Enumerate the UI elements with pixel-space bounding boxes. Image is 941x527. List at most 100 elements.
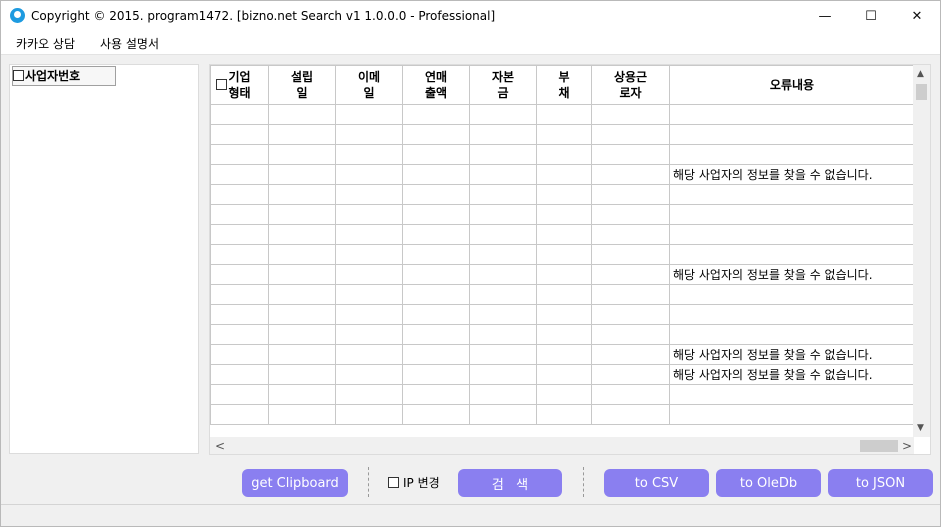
table-cell[interactable] <box>335 244 403 265</box>
table-cell[interactable] <box>268 144 336 165</box>
table-cell[interactable]: 해당 사업자의 정보를 찾을 수 없습니다. <box>669 364 915 385</box>
table-cell[interactable] <box>591 304 670 325</box>
table-cell[interactable] <box>268 164 336 185</box>
table-cell[interactable] <box>268 224 336 245</box>
table-cell[interactable] <box>591 264 670 285</box>
table-cell[interactable] <box>268 264 336 285</box>
close-button[interactable]: ✕ <box>894 1 940 31</box>
table-cell[interactable] <box>210 124 269 145</box>
business-number-header[interactable]: 사업자번호 <box>12 66 116 86</box>
table-cell[interactable] <box>268 104 336 125</box>
table-cell[interactable] <box>536 104 592 125</box>
table-cell[interactable] <box>402 404 470 425</box>
minimize-button[interactable]: — <box>802 1 848 31</box>
table-cell[interactable] <box>402 244 470 265</box>
column-header-7[interactable]: 오류내용 <box>669 65 915 105</box>
table-cell[interactable] <box>402 364 470 385</box>
table-cell[interactable] <box>469 364 537 385</box>
table-cell[interactable] <box>469 244 537 265</box>
table-cell[interactable] <box>402 184 470 205</box>
table-cell[interactable] <box>591 164 670 185</box>
get-clipboard-button[interactable]: get Clipboard <box>242 469 348 497</box>
horizontal-scroll-thumb[interactable] <box>860 440 898 452</box>
table-cell[interactable] <box>335 324 403 345</box>
table-row[interactable] <box>210 324 915 345</box>
table-cell[interactable] <box>210 404 269 425</box>
table-cell[interactable] <box>210 164 269 185</box>
table-row[interactable]: 해당 사업자의 정보를 찾을 수 없습니다. <box>210 364 915 385</box>
table-cell[interactable] <box>210 324 269 345</box>
table-cell[interactable] <box>402 264 470 285</box>
to-csv-button[interactable]: to CSV <box>604 469 709 497</box>
table-cell[interactable] <box>268 364 336 385</box>
table-cell[interactable] <box>335 184 403 205</box>
table-cell[interactable] <box>536 124 592 145</box>
table-cell[interactable] <box>469 264 537 285</box>
table-cell[interactable] <box>669 124 915 145</box>
ip-change-toggle[interactable]: IP 변경 <box>388 474 440 491</box>
search-button[interactable]: 검 색 <box>458 469 562 497</box>
vertical-scroll-thumb[interactable] <box>916 84 927 100</box>
table-cell[interactable] <box>268 384 336 405</box>
table-cell[interactable] <box>469 104 537 125</box>
table-cell[interactable] <box>335 344 403 365</box>
table-cell[interactable] <box>210 364 269 385</box>
table-cell[interactable] <box>402 204 470 225</box>
table-cell[interactable] <box>669 184 915 205</box>
table-cell[interactable] <box>210 304 269 325</box>
table-cell[interactable] <box>335 364 403 385</box>
table-row[interactable] <box>210 244 915 265</box>
table-cell[interactable] <box>268 344 336 365</box>
table-cell[interactable] <box>591 184 670 205</box>
table-cell[interactable] <box>210 244 269 265</box>
scroll-right-icon[interactable]: > <box>902 439 912 453</box>
table-cell[interactable] <box>402 224 470 245</box>
table-cell[interactable] <box>469 324 537 345</box>
column-header-3[interactable]: 연매 출액 <box>402 65 470 105</box>
horizontal-scrollbar[interactable]: < > <box>210 437 914 454</box>
to-oledb-button[interactable]: to OleDb <box>716 469 821 497</box>
table-row[interactable] <box>210 224 915 245</box>
table-cell[interactable] <box>335 124 403 145</box>
table-row[interactable] <box>210 124 915 145</box>
table-cell[interactable]: 해당 사업자의 정보를 찾을 수 없습니다. <box>669 264 915 285</box>
table-cell[interactable] <box>335 284 403 305</box>
table-cell[interactable] <box>335 204 403 225</box>
table-cell[interactable] <box>210 384 269 405</box>
table-cell[interactable] <box>469 204 537 225</box>
table-row[interactable] <box>210 384 915 405</box>
table-cell[interactable] <box>335 164 403 185</box>
table-cell[interactable] <box>268 244 336 265</box>
table-cell[interactable] <box>669 284 915 305</box>
table-cell[interactable] <box>402 304 470 325</box>
table-cell[interactable] <box>402 104 470 125</box>
table-cell[interactable] <box>591 204 670 225</box>
table-cell[interactable] <box>469 164 537 185</box>
table-cell[interactable] <box>591 344 670 365</box>
business-number-list[interactable]: 사업자번호 <box>9 64 199 454</box>
table-row[interactable]: 해당 사업자의 정보를 찾을 수 없습니다. <box>210 264 915 285</box>
table-cell[interactable] <box>469 304 537 325</box>
result-grid[interactable]: 기업 형태 설립 일 이메 일 연매 출액 자본 금부 채 상용근 로자 오류내용 해당 사… <box>209 64 931 455</box>
ip-change-checkbox[interactable] <box>388 477 399 488</box>
table-cell[interactable] <box>469 184 537 205</box>
table-cell[interactable] <box>469 224 537 245</box>
vertical-scrollbar[interactable]: ▲ ▼ <box>913 65 930 437</box>
table-cell[interactable]: 해당 사업자의 정보를 찾을 수 없습니다. <box>669 344 915 365</box>
table-row[interactable]: 해당 사업자의 정보를 찾을 수 없습니다. <box>210 344 915 365</box>
table-cell[interactable] <box>335 384 403 405</box>
table-cell[interactable] <box>536 284 592 305</box>
table-cell[interactable] <box>335 104 403 125</box>
table-cell[interactable] <box>469 124 537 145</box>
table-cell[interactable] <box>210 264 269 285</box>
table-cell[interactable] <box>335 304 403 325</box>
table-cell[interactable] <box>591 244 670 265</box>
table-cell[interactable]: 해당 사업자의 정보를 찾을 수 없습니다. <box>669 164 915 185</box>
menu-user-manual[interactable]: 사용 설명서 <box>100 35 159 52</box>
table-cell[interactable] <box>268 304 336 325</box>
menu-kakao-consult[interactable]: 카카오 상담 <box>16 35 75 52</box>
table-cell[interactable] <box>536 224 592 245</box>
table-cell[interactable] <box>268 284 336 305</box>
table-cell[interactable] <box>335 404 403 425</box>
table-cell[interactable] <box>669 204 915 225</box>
